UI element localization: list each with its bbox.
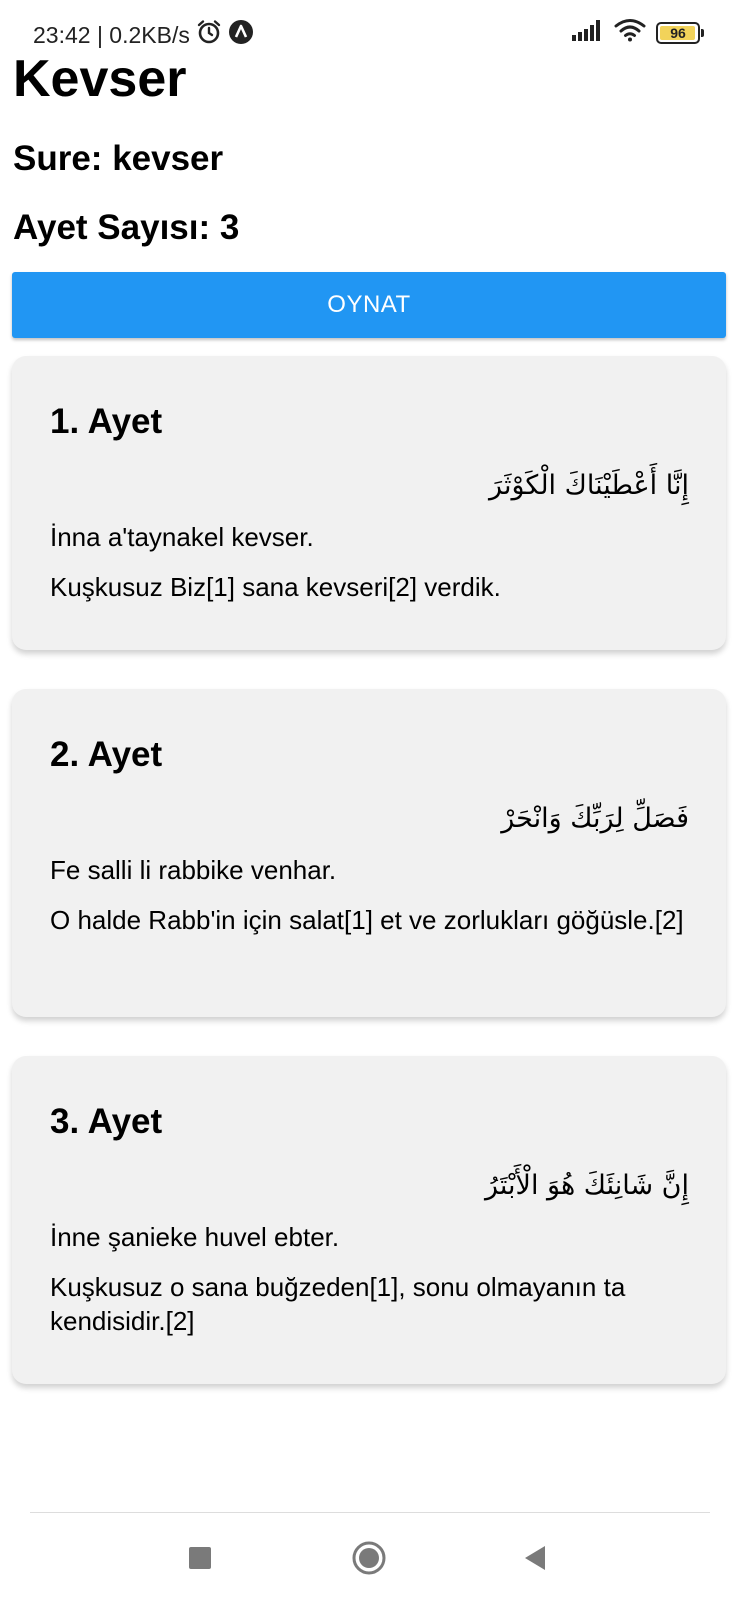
play-button[interactable]: OYNAT	[12, 272, 726, 338]
status-right: 96	[572, 18, 704, 47]
app-notification-icon	[228, 19, 254, 51]
ayet-transliteration: İnna a'taynakel kevser.	[50, 522, 314, 552]
home-button[interactable]	[344, 1533, 394, 1583]
ayet-transliteration: İnne şanieke huvel ebter.	[50, 1222, 340, 1252]
back-button[interactable]	[510, 1533, 560, 1583]
ayet-count: Ayet Sayısı: 3	[13, 208, 240, 247]
alarm-icon	[196, 19, 222, 51]
status-bar: 23:42 | 0.2KB/s 96	[0, 0, 738, 50]
home-circle-icon	[352, 1541, 386, 1575]
status-time-speed: 23:42 | 0.2KB/s	[33, 21, 190, 48]
ayet-arabic-text: إِنَّ شَانِئَكَ هُوَ الْأَبْتَرُ	[485, 1170, 689, 1201]
status-left: 23:42 | 0.2KB/s	[33, 19, 254, 51]
ayet-card: 1. Ayet إِنَّا أَعْطَيْنَاكَ الْكَوْثَرَ…	[12, 356, 726, 650]
recents-button[interactable]	[175, 1533, 225, 1583]
ayet-meaning: O halde Rabb'in için salat[1] et ve zorl…	[50, 905, 684, 935]
ayet-meaning: Kuşkusuz Biz[1] sana kevseri[2] verdik.	[50, 572, 501, 602]
ayet-arabic-text: إِنَّا أَعْطَيْنَاكَ الْكَوْثَرَ	[489, 470, 689, 501]
wifi-icon	[614, 18, 646, 47]
battery-icon: 96	[656, 21, 704, 44]
ayet-card: 3. Ayet إِنَّ شَانِئَكَ هُوَ الْأَبْتَرُ…	[12, 1056, 726, 1384]
recents-square-icon	[189, 1547, 211, 1569]
ayet-card: 2. Ayet فَصَلِّ لِرَبِّكَ وَانْحَرْ Fe s…	[12, 689, 726, 1017]
ayet-title: 1. Ayet	[50, 402, 163, 441]
back-triangle-icon	[525, 1546, 545, 1570]
ayet-meaning: Kuşkusuz o sana buğzeden[1], sonu olmaya…	[50, 1272, 626, 1336]
ayet-title: 2. Ayet	[50, 735, 163, 774]
page-title: Kevser	[13, 50, 187, 108]
ayet-arabic-text: فَصَلِّ لِرَبِّكَ وَانْحَرْ	[501, 803, 689, 834]
battery-level: 96	[670, 24, 686, 41]
ayet-title: 3. Ayet	[50, 1102, 163, 1141]
system-nav-bar	[0, 1513, 738, 1600]
signal-icon	[572, 19, 604, 46]
ayet-transliteration: Fe salli li rabbike venhar.	[50, 855, 337, 885]
sure-name: Sure: kevser	[13, 139, 224, 178]
